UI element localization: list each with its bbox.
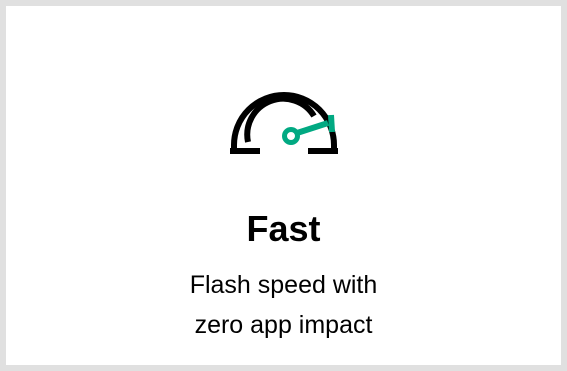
feature-description-line-1: Flash speed with [189,271,378,299]
feature-description-line-2: zero app impact [194,311,373,339]
speedometer-icon [224,90,344,154]
feature-title: Fast [246,208,321,249]
